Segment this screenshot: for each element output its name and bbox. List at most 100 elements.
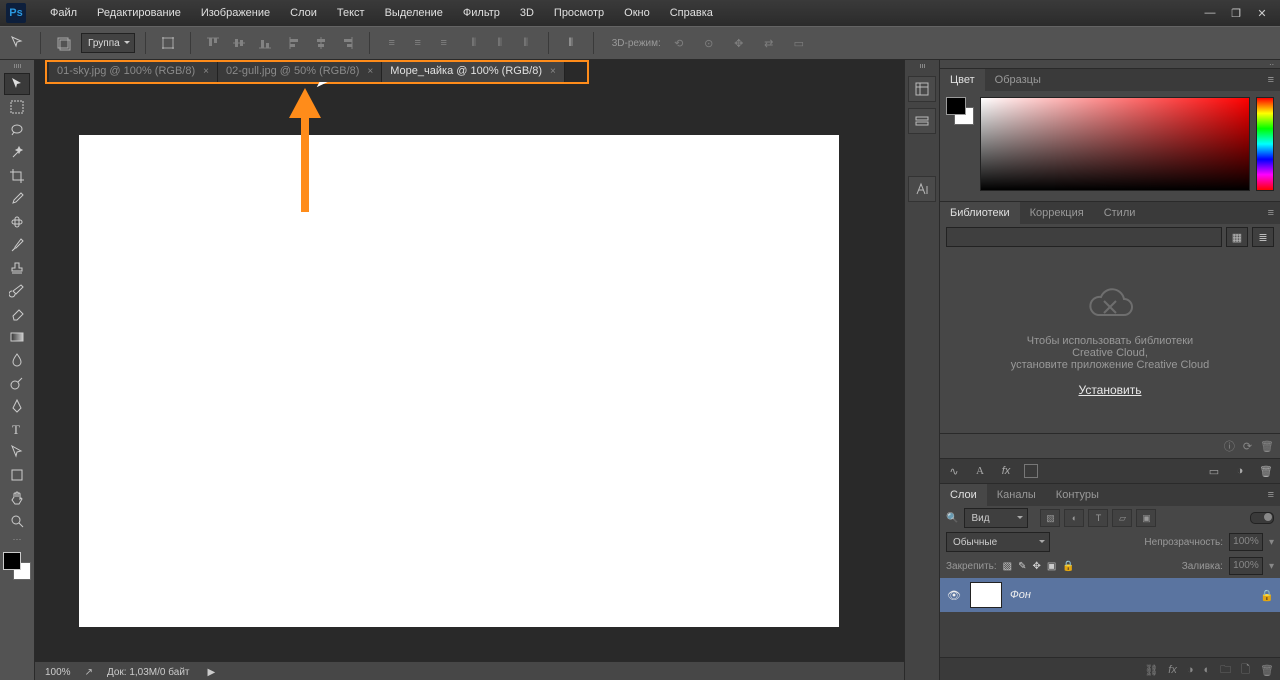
brush-tool[interactable] (4, 234, 30, 256)
align-bottom-icon[interactable] (253, 32, 277, 54)
minimize-button[interactable]: — (1198, 5, 1222, 21)
align-vcenter-icon[interactable] (227, 32, 251, 54)
tab-adjustments[interactable]: Коррекция (1020, 202, 1094, 224)
eraser-tool[interactable] (4, 303, 30, 325)
blend-mode-dropdown[interactable]: Обычные (946, 532, 1050, 552)
document-tab[interactable]: 02-gull.jpg @ 50% (RGB/8)× (218, 60, 382, 82)
path-select-tool[interactable] (4, 441, 30, 463)
lib-sync-icon[interactable]: ⟳ (1243, 440, 1252, 453)
zoom-value[interactable]: 100% (45, 667, 71, 678)
fill-value[interactable]: 100% (1229, 557, 1263, 575)
history-panel-icon[interactable] (908, 76, 936, 102)
dist-left-icon[interactable]: ⦀ (462, 32, 486, 54)
align-panel-icon[interactable]: ▭ (1206, 465, 1222, 478)
lib-trash-icon[interactable]: 🗑 (1260, 440, 1274, 453)
distribute-spacing-icon[interactable]: ⦀ (559, 32, 583, 54)
lasso-tool[interactable] (4, 119, 30, 141)
dodge-tool[interactable] (4, 372, 30, 394)
share-icon[interactable]: ↗ (85, 667, 93, 678)
shape-tool[interactable] (4, 464, 30, 486)
orbit-3d-icon[interactable]: ⟲ (667, 32, 691, 54)
menu-filter[interactable]: Фильтр (453, 3, 510, 23)
filter-shape-icon[interactable]: ▱ (1112, 509, 1132, 527)
color-swatches[interactable] (3, 552, 31, 580)
panels-handle[interactable]: ∙∙ (940, 60, 1280, 68)
lib-list-view-icon[interactable]: ≣ (1252, 227, 1274, 247)
layer-row[interactable]: 👁 Фон 🔒 (940, 578, 1280, 612)
new-layer-icon[interactable]: 🗋 (1241, 661, 1250, 680)
edit-toolbar-icon[interactable]: ⋯ (4, 533, 30, 545)
character-panel-icon[interactable] (908, 176, 936, 202)
add-style-icon[interactable]: ∿ (946, 465, 962, 478)
close-tab-icon[interactable]: × (367, 66, 373, 77)
dist-vcenter-icon[interactable]: ≡ (406, 32, 430, 54)
adjustment-layer-icon[interactable]: ◐ (1204, 664, 1211, 676)
blur-tool[interactable] (4, 349, 30, 371)
document-tab[interactable]: Море_чайка @ 100% (RGB/8)× (382, 60, 565, 82)
slide-3d-icon[interactable]: ⇄ (757, 32, 781, 54)
lock-position-icon[interactable]: ✥ (1033, 561, 1041, 572)
fx-icon[interactable]: fx (998, 465, 1014, 477)
tab-channels[interactable]: Каналы (987, 484, 1046, 506)
dist-bottom-icon[interactable]: ≡ (432, 32, 456, 54)
filter-kind-dropdown[interactable]: Вид (964, 508, 1028, 528)
color-field[interactable] (980, 97, 1250, 191)
filter-type-icon[interactable]: T (1088, 509, 1108, 527)
menu-3d[interactable]: 3D (510, 3, 544, 23)
dock-handle[interactable] (909, 64, 935, 70)
autoselect-dropdown[interactable]: Группа (81, 33, 135, 53)
lock-transparency-icon[interactable]: ▧ (1003, 561, 1012, 572)
canvas-viewport[interactable]: ➤ (35, 82, 904, 661)
status-caret-icon[interactable]: ▶ (207, 667, 215, 678)
properties-panel-icon[interactable] (908, 108, 936, 134)
zoom-3d-icon[interactable]: ▭ (787, 32, 811, 54)
crop-tool[interactable] (4, 165, 30, 187)
link-layers-icon[interactable]: ⛓ (1144, 664, 1158, 677)
autoselect-icon[interactable] (51, 32, 75, 54)
menu-layers[interactable]: Слои (280, 3, 327, 23)
visibility-icon[interactable]: 👁 (946, 589, 962, 602)
align-right-icon[interactable] (335, 32, 359, 54)
library-dropdown[interactable] (946, 227, 1222, 247)
filter-smart-icon[interactable]: ▣ (1136, 509, 1156, 527)
paragraph-style-icon[interactable]: A (972, 465, 988, 477)
lock-icon[interactable]: 🔒 (1260, 589, 1274, 602)
magic-wand-tool[interactable] (4, 142, 30, 164)
close-tab-icon[interactable]: × (203, 66, 209, 77)
dist-right-icon[interactable]: ⦀ (514, 32, 538, 54)
dist-top-icon[interactable]: ≡ (380, 32, 404, 54)
panel-menu-icon[interactable]: ≡ (1262, 69, 1280, 91)
align-left-icon[interactable] (283, 32, 307, 54)
marquee-tool[interactable] (4, 96, 30, 118)
toolbar-handle[interactable] (4, 64, 30, 70)
tab-color[interactable]: Цвет (940, 69, 985, 91)
align-hcenter-icon[interactable] (309, 32, 333, 54)
menu-file[interactable]: Файл (40, 3, 87, 23)
hue-slider[interactable] (1256, 97, 1274, 191)
close-tab-icon[interactable]: × (550, 66, 556, 77)
document-tab[interactable]: 01-sky.jpg @ 100% (RGB/8)× (49, 60, 218, 82)
menu-image[interactable]: Изображение (191, 3, 280, 23)
tab-styles[interactable]: Стили (1094, 202, 1146, 224)
pan-3d-icon[interactable]: ✥ (727, 32, 751, 54)
dist-hcenter-icon[interactable]: ⦀ (488, 32, 512, 54)
healing-tool[interactable] (4, 211, 30, 233)
lock-artboard-icon[interactable]: ▣ (1047, 561, 1056, 572)
layer-mask-icon[interactable]: ◑ (1187, 664, 1194, 676)
layer-thumbnail[interactable] (970, 582, 1002, 608)
stamp-tool[interactable] (4, 257, 30, 279)
panel-menu-icon[interactable]: ≡ (1262, 484, 1280, 506)
lock-brush-icon[interactable]: ✎ (1018, 561, 1026, 572)
menu-text[interactable]: Текст (327, 3, 375, 23)
fill-caret-icon[interactable]: ▾ (1269, 561, 1274, 572)
maximize-button[interactable]: ❐ (1224, 5, 1248, 21)
canvas[interactable] (79, 135, 839, 627)
fill-swatch[interactable] (1024, 464, 1038, 478)
gradient-tool[interactable] (4, 326, 30, 348)
menu-window[interactable]: Окно (614, 3, 660, 23)
tool-preset-icon[interactable] (6, 32, 30, 54)
align-top-icon[interactable] (201, 32, 225, 54)
roll-3d-icon[interactable]: ⊙ (697, 32, 721, 54)
mask-panel-icon[interactable]: ◑ (1232, 465, 1248, 477)
filter-pixel-icon[interactable]: ▧ (1040, 509, 1060, 527)
